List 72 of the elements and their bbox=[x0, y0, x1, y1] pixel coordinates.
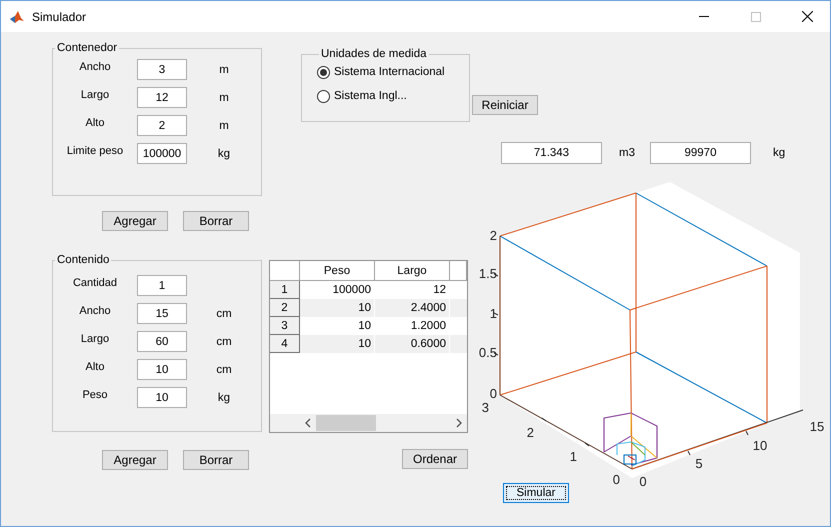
simulate-button[interactable]: Simular bbox=[503, 483, 569, 503]
field-label: Ancho bbox=[79, 304, 111, 316]
input-field[interactable]: 15 bbox=[137, 303, 187, 324]
unit-label: m bbox=[219, 120, 229, 132]
input-field[interactable]: 1 bbox=[137, 275, 187, 296]
input-field[interactable]: 10 bbox=[137, 387, 187, 408]
field-label: Ancho bbox=[79, 60, 111, 72]
unit-label: cm bbox=[216, 308, 232, 320]
result-field[interactable]: 71.343 bbox=[501, 142, 602, 164]
axis-tick-label: 2 bbox=[490, 228, 497, 243]
unit-label: m bbox=[219, 92, 229, 104]
minimize-icon[interactable] bbox=[698, 16, 708, 17]
field-label: Alto bbox=[86, 360, 104, 372]
axis-tick-label: 1.5 bbox=[478, 266, 497, 281]
field-label: Cantidad bbox=[72, 276, 118, 288]
axis-tick-label: 5 bbox=[695, 456, 703, 471]
input-field[interactable]: 2 bbox=[137, 115, 187, 136]
radio-button[interactable] bbox=[317, 66, 330, 78]
result-field[interactable]: 99970 bbox=[650, 142, 751, 164]
axis-tick-label: 0 bbox=[612, 472, 620, 487]
scroll-thumb[interactable] bbox=[316, 415, 376, 431]
unit-label: cm bbox=[216, 364, 232, 376]
close-icon[interactable] bbox=[802, 11, 813, 22]
add-button[interactable]: Agregar bbox=[102, 211, 168, 231]
unit-label: m bbox=[219, 64, 229, 76]
axis-tick-label: 0.5 bbox=[478, 345, 497, 360]
panel-title: Contenido bbox=[56, 254, 110, 266]
column-header[interactable] bbox=[450, 261, 467, 281]
unit-label: kg bbox=[218, 392, 230, 404]
delete-button[interactable]: Borrar bbox=[183, 211, 249, 231]
axis-tick-label: 0 bbox=[490, 386, 497, 401]
axis-tick-label: 3 bbox=[482, 400, 489, 415]
input-field[interactable]: 12 bbox=[137, 87, 187, 108]
delete-button[interactable]: Borrar bbox=[183, 450, 249, 470]
input-field[interactable]: 3 bbox=[137, 59, 187, 80]
app-logo-icon bbox=[9, 8, 25, 24]
reset-button[interactable]: Reiniciar bbox=[472, 95, 538, 115]
radio-button[interactable] bbox=[317, 90, 330, 102]
radio-label: Sistema Ingl... bbox=[334, 90, 407, 102]
table-cell: 10 bbox=[300, 335, 375, 353]
unit-label: cm bbox=[216, 336, 232, 348]
field-label: Peso bbox=[82, 388, 108, 400]
sort-button[interactable]: Ordenar bbox=[402, 449, 468, 469]
input-field[interactable]: 10 bbox=[137, 359, 187, 380]
add-button[interactable]: Agregar bbox=[102, 450, 168, 470]
horizontal-scrollbar[interactable] bbox=[270, 414, 467, 432]
unit-label: kg bbox=[218, 148, 230, 160]
column-header[interactable]: Peso bbox=[300, 261, 375, 281]
field-label: Limite peso bbox=[66, 144, 124, 156]
field-label: Alto bbox=[86, 116, 104, 128]
unit-label: m3 bbox=[619, 147, 635, 159]
panel-title: Unidades de medida bbox=[320, 48, 428, 60]
table-cell: 0.6000 bbox=[375, 335, 450, 353]
axis-tick-label: 10 bbox=[752, 438, 768, 453]
field-label: Largo bbox=[80, 332, 110, 344]
row-header[interactable]: 3 bbox=[270, 317, 300, 335]
column-header[interactable]: Largo bbox=[375, 261, 450, 281]
row-header[interactable]: 1 bbox=[270, 281, 300, 299]
axis-tick-label: 0 bbox=[639, 474, 647, 489]
radio-label: Sistema Internacional bbox=[334, 66, 445, 78]
input-field[interactable]: 100000 bbox=[137, 143, 187, 164]
axis-tick-label: 1 bbox=[490, 306, 497, 321]
axis-tick-label: 2 bbox=[526, 425, 534, 440]
input-field[interactable]: 60 bbox=[137, 331, 187, 352]
row-header[interactable]: 4 bbox=[270, 335, 300, 353]
window-title: Simulador bbox=[32, 10, 88, 24]
row-header[interactable]: 2 bbox=[270, 299, 300, 317]
axis-tick-label: 15 bbox=[810, 419, 824, 434]
field-label: Largo bbox=[80, 88, 110, 100]
unit-label: kg bbox=[773, 147, 786, 159]
axis-tick-label: 1 bbox=[570, 449, 577, 464]
panel-title: Contenedor bbox=[56, 42, 118, 54]
